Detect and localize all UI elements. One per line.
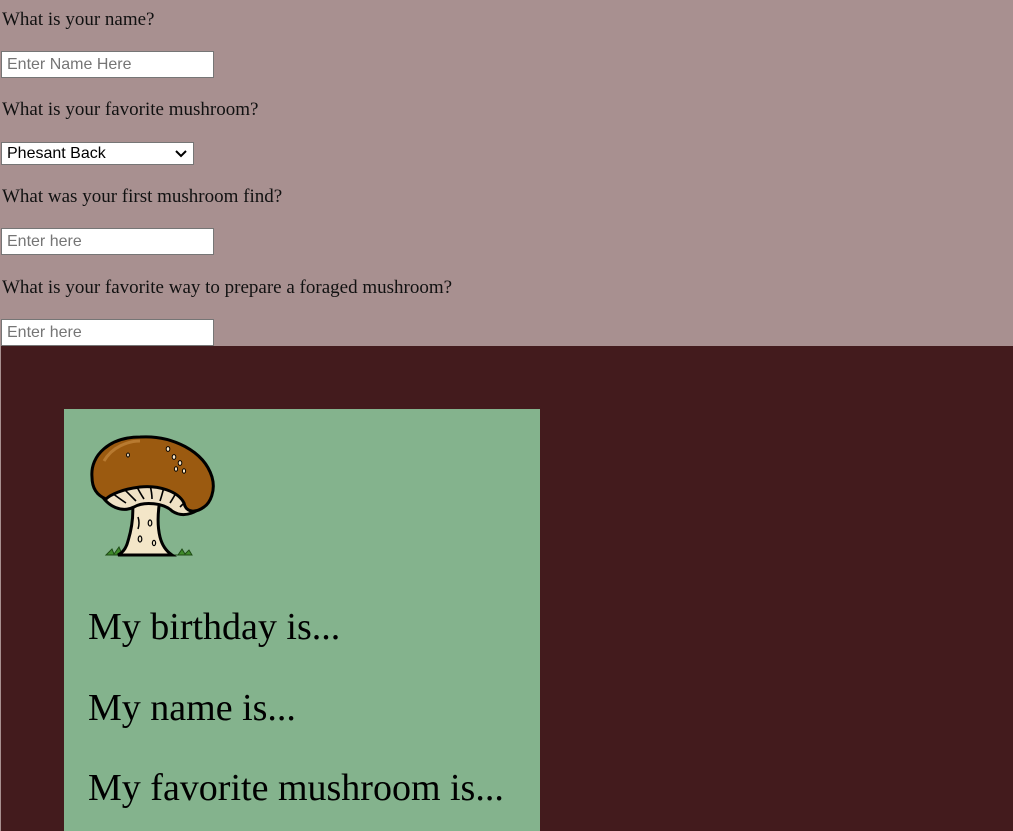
first-find-question-label: What was your first mushroom find? [2,186,283,207]
mushroom-select-value: Phesant Back [7,144,106,162]
prepare-question-label: What is your favorite way to prepare a f… [2,277,453,298]
favorite-mushroom-line: My favorite mushroom is... [88,767,504,809]
name-line: My name is... [88,687,296,729]
question-form: What is your name? What is your favorite… [0,0,1013,346]
birthday-line: My birthday is... [88,606,341,648]
prepare-input[interactable] [1,319,214,346]
name-input[interactable] [1,51,214,78]
profile-card: My birthday is... My name is... My favor… [64,409,540,831]
name-question-label: What is your name? [2,9,155,30]
mushroom-question-label: What is your favorite mushroom? [2,99,259,120]
mushroom-illustration-icon [90,435,215,557]
first-find-input[interactable] [1,228,214,255]
chevron-down-icon [175,149,187,157]
card-section: My birthday is... My name is... My favor… [1,346,1013,831]
mushroom-select[interactable]: Phesant Back [1,142,194,165]
